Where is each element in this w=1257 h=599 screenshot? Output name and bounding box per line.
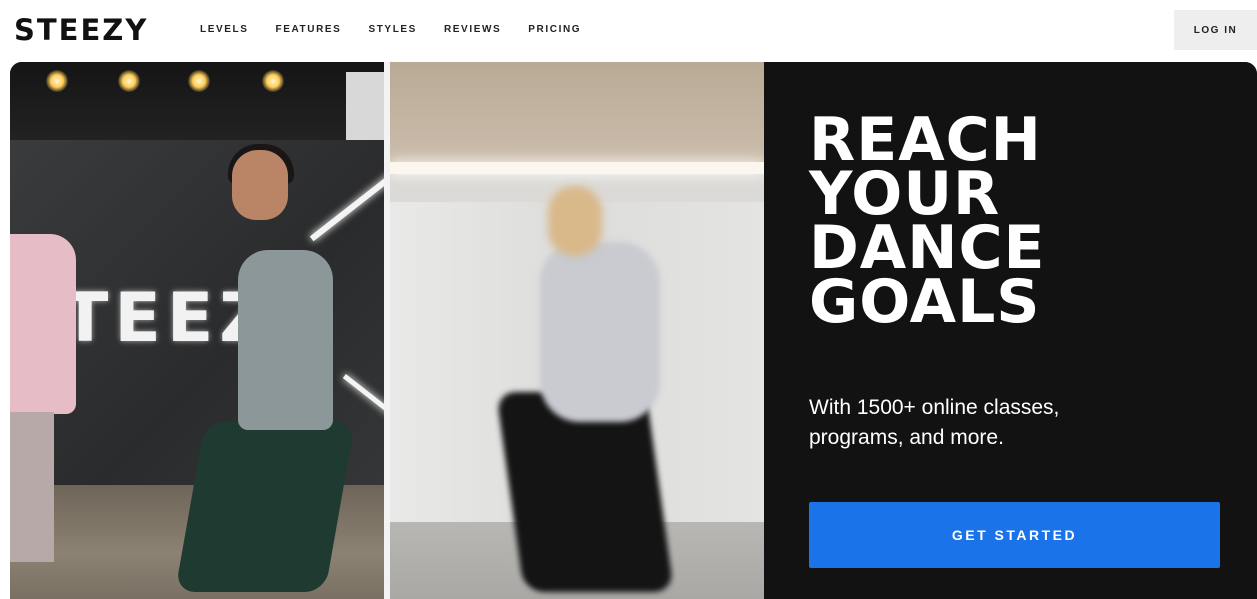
login-button[interactable]: LOG IN [1174,10,1257,50]
dance-video-right [390,62,764,599]
hero-section: TEEZY REACH YOUR DANCE GOALS With 1500+ … [10,62,1257,599]
light-strip [390,162,764,174]
dance-video-left: TEEZY [10,62,384,599]
get-started-button[interactable]: GET STARTED [809,502,1220,568]
dancer-figure [175,422,355,592]
subtext-line: With 1500+ online classes, [809,396,1060,419]
studio-ceiling [390,62,764,172]
ceiling-light [118,70,140,92]
dancer-figure [10,412,54,562]
nav-levels[interactable]: LEVELS [200,23,249,37]
main-nav: LEVELS FEATURES STYLES REVIEWS PRICING [200,23,608,37]
ceiling-light [46,70,68,92]
dancer-figure [232,150,288,220]
nav-reviews[interactable]: REVIEWS [444,23,501,37]
hero-subtext: With 1500+ online classes, programs, and… [809,393,1209,453]
dancer-figure [10,234,76,414]
headline-line: GOALS [809,267,1041,337]
dancer-figure [540,242,660,422]
nav-styles[interactable]: STYLES [368,23,417,37]
nav-pricing[interactable]: PRICING [528,23,581,37]
hero-content: REACH YOUR DANCE GOALS With 1500+ online… [764,62,1257,599]
site-header: STEEZY LEVELS FEATURES STYLES REVIEWS PR… [0,0,1257,62]
dancer-figure [548,186,602,256]
nav-features[interactable]: FEATURES [276,23,342,37]
ceiling-light [188,70,210,92]
steezy-logo[interactable]: STEEZY [14,13,148,47]
dancer-figure [238,250,333,430]
ceiling-light [262,70,284,92]
dancer-figure [495,392,675,592]
studio-window [346,72,384,146]
subtext-line: programs, and more. [809,426,1004,449]
hero-headline: REACH YOUR DANCE GOALS [809,110,1229,337]
